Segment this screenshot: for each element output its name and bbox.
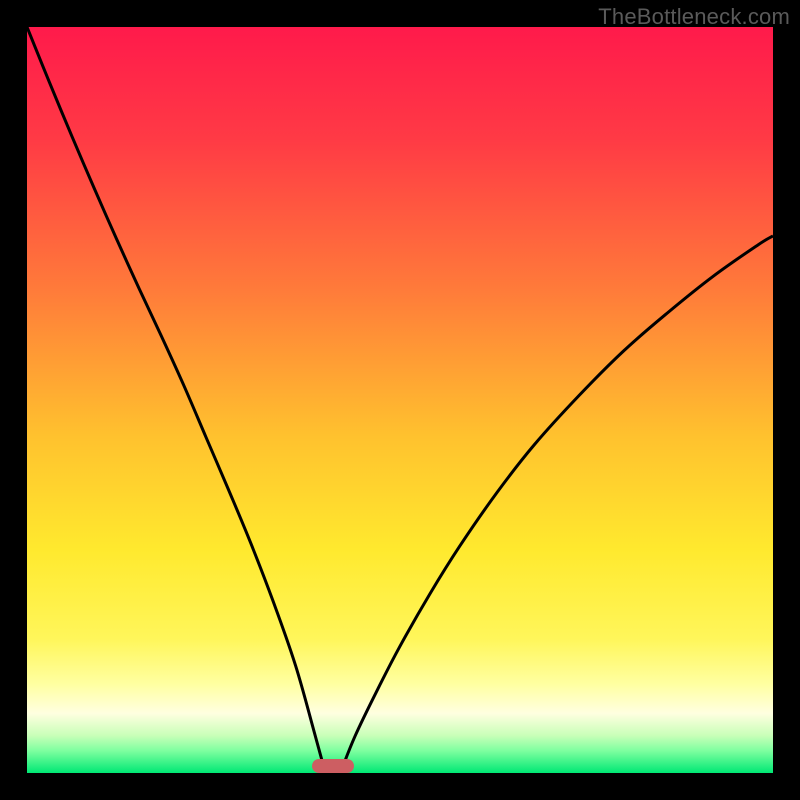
chart-optimum-marker xyxy=(312,759,354,773)
chart-curve-svg xyxy=(27,27,773,773)
chart-frame: TheBottleneck.com xyxy=(0,0,800,800)
chart-curve-left xyxy=(27,27,325,773)
chart-curve-right xyxy=(340,236,773,773)
watermark-text: TheBottleneck.com xyxy=(598,4,790,30)
chart-plot-area xyxy=(27,27,773,773)
